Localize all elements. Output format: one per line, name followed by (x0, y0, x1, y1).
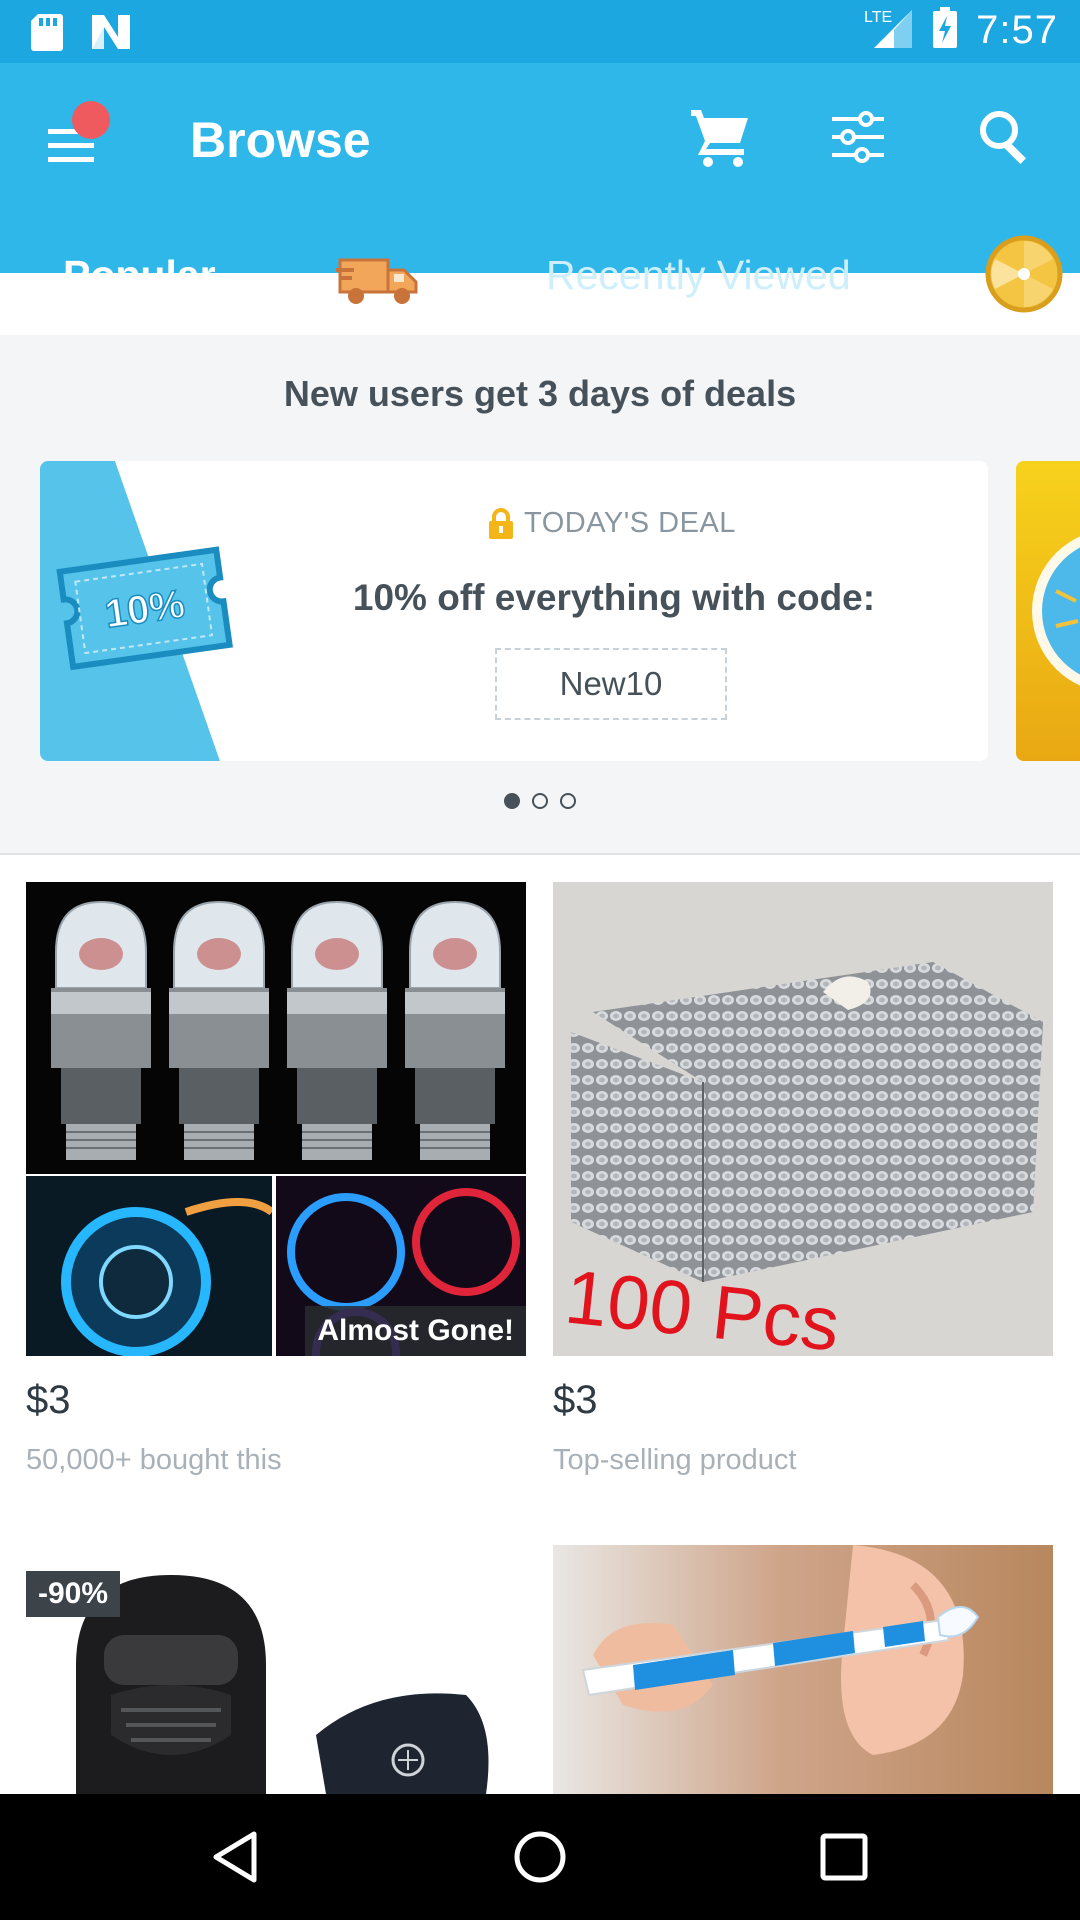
tab-recently-viewed-label: Recently Viewed (546, 252, 851, 298)
product-card[interactable]: Almost Gone! $3 50,000+ bought this (26, 882, 526, 1482)
almost-gone-badge: Almost Gone! (305, 1306, 526, 1356)
deal-description: 10% off everything with code: (352, 577, 876, 618)
product-price: $3 (553, 1378, 598, 1422)
svg-text:LTE: LTE (864, 9, 892, 26)
product-image: 100 Pcs (553, 882, 1053, 1356)
product-price: $3 (26, 1378, 71, 1422)
browse-screen: LTE 7:57 Browse Popular Recently Viewed … (0, 0, 1080, 1920)
battery-charging-icon (932, 7, 958, 54)
pager-dot-2[interactable] (532, 793, 548, 809)
tab-popular-label: Popular (63, 252, 216, 298)
sd-card-icon (30, 12, 64, 57)
deal-card-graphic: 10% (40, 461, 240, 761)
system-nav-bar (0, 1794, 1080, 1920)
cart-icon (691, 110, 748, 167)
signal-icon: LTE (864, 6, 914, 55)
page-title: Browse (190, 112, 371, 168)
cart-button[interactable] (688, 105, 752, 169)
product-subtitle: 50,000+ bought this (26, 1444, 282, 1476)
deals-heading: New users get 3 days of deals (283, 373, 797, 414)
tab-prize-wheel[interactable] (985, 235, 1063, 313)
tab-popular[interactable]: Popular (0, 210, 272, 335)
delivery-truck-icon (336, 258, 418, 304)
carousel-pager (0, 793, 1080, 809)
deal-tag: TODAY'S DEAL (488, 507, 736, 540)
home-icon (514, 1831, 566, 1883)
pager-dot-1[interactable] (504, 793, 520, 809)
app-bar: Browse Popular Recently Viewed (0, 63, 1080, 335)
search-icon (980, 111, 1027, 165)
status-time: 7:57 (976, 8, 1058, 52)
product-subtitle: Top-selling product (553, 1444, 797, 1476)
tab-recently-viewed[interactable]: Recently Viewed (520, 210, 880, 335)
back-button[interactable] (202, 1822, 272, 1892)
back-icon (213, 1831, 257, 1883)
tab-delivery[interactable] (336, 250, 422, 310)
home-button[interactable] (505, 1822, 575, 1892)
recents-button[interactable] (809, 1822, 879, 1892)
prize-wheel-icon (985, 235, 1063, 313)
notification-dot (72, 101, 110, 139)
filter-icon (832, 111, 884, 163)
lock-icon (489, 507, 513, 539)
product-image (553, 1545, 1053, 1794)
filter-button[interactable] (826, 105, 890, 169)
discount-badge: -90% (26, 1571, 121, 1617)
product-image: Almost Gone! (26, 882, 526, 1356)
product-image: -90% (26, 1545, 526, 1794)
next-deal-card-peek[interactable] (1016, 461, 1080, 761)
deal-card[interactable]: 10% TODAY'S DEAL 10% off everything with… (40, 461, 988, 761)
product-card[interactable] (553, 1545, 1053, 1794)
deals-section: New users get 3 days of deals 10% TODAY'… (0, 335, 1080, 855)
recents-icon (820, 1833, 868, 1881)
tab-bar: Popular Recently Viewed (0, 210, 1080, 335)
product-card[interactable]: -90% (26, 1545, 526, 1794)
n-notification-icon (90, 13, 132, 56)
pager-dot-3[interactable] (560, 793, 576, 809)
promo-code[interactable]: New10 (495, 648, 727, 720)
search-button[interactable] (974, 105, 1038, 169)
status-bar: LTE 7:57 (0, 0, 1080, 63)
product-card[interactable]: 100 Pcs $3 Top-selling product (553, 882, 1053, 1482)
deal-tag-label: TODAY'S DEAL (524, 507, 736, 539)
